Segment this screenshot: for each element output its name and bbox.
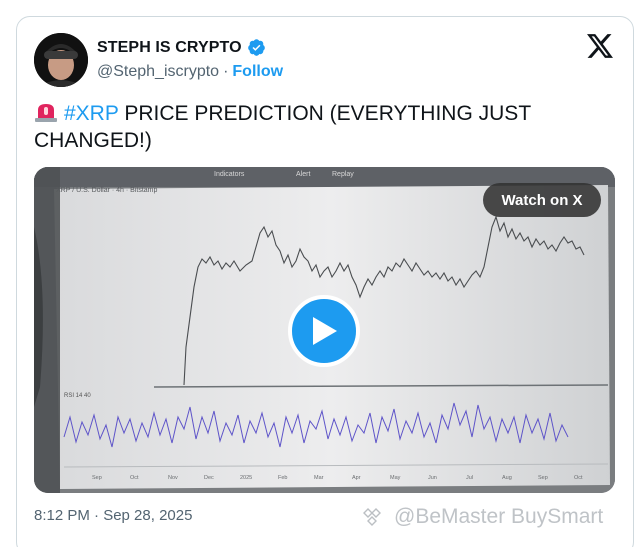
x-logo-icon[interactable] bbox=[587, 34, 613, 58]
avatar[interactable] bbox=[34, 33, 88, 87]
video-thumbnail[interactable]: XRP / U.S. Dollar · 4h · Bitstamp Indica… bbox=[34, 167, 615, 493]
svg-text:Aug: Aug bbox=[502, 475, 512, 481]
svg-text:Jul: Jul bbox=[466, 475, 473, 481]
watermark-text: @BeMaster BuySmart bbox=[394, 505, 604, 528]
svg-text:Jun: Jun bbox=[428, 475, 437, 481]
svg-text:Apr: Apr bbox=[352, 475, 361, 481]
chart-header-text: XRP / U.S. Dollar · 4h · Bitstamp bbox=[56, 187, 158, 194]
author-handle-row: @Steph_iscrypto · Follow bbox=[97, 63, 283, 81]
police-light-icon bbox=[35, 104, 57, 122]
svg-text:Sep: Sep bbox=[538, 475, 548, 481]
rsi-label: RSI 14 40 bbox=[64, 393, 91, 399]
follow-button[interactable]: Follow bbox=[232, 63, 283, 81]
author-handle[interactable]: @Steph_iscrypto bbox=[97, 63, 219, 81]
svg-text:Mar: Mar bbox=[314, 475, 324, 481]
watch-on-x-button[interactable]: Watch on X bbox=[483, 183, 601, 217]
toolbar-replay: Replay bbox=[332, 171, 354, 178]
play-button[interactable] bbox=[288, 295, 360, 367]
svg-text:Nov: Nov bbox=[168, 475, 178, 481]
verified-badge-icon bbox=[247, 39, 265, 56]
svg-text:2025: 2025 bbox=[240, 475, 252, 481]
play-icon bbox=[313, 317, 337, 345]
separator-dot: · bbox=[223, 63, 229, 80]
tweet-timestamp[interactable]: 8:12 PM · Sep 28, 2025 bbox=[34, 507, 192, 524]
svg-text:Feb: Feb bbox=[278, 475, 287, 481]
svg-text:Dec: Dec bbox=[204, 475, 214, 481]
svg-text:Oct: Oct bbox=[130, 475, 139, 481]
svg-text:Oct: Oct bbox=[574, 475, 583, 481]
tweet-text: #XRP PRICE PREDICTION (EVERYTHING JUST C… bbox=[34, 100, 604, 154]
author-name-row[interactable]: STEPH IS CRYPTO bbox=[97, 38, 266, 57]
author-display-name[interactable]: STEPH IS CRYPTO bbox=[97, 39, 242, 57]
toolbar-indicators: Indicators bbox=[214, 171, 245, 178]
svg-text:Sep: Sep bbox=[92, 475, 102, 481]
watermark: @BeMaster BuySmart bbox=[362, 505, 603, 529]
toolbar-alert: Alert bbox=[296, 171, 310, 178]
hashtag-link[interactable]: #XRP bbox=[64, 102, 118, 125]
diamond-logo-icon bbox=[363, 508, 381, 526]
svg-text:May: May bbox=[390, 475, 401, 481]
